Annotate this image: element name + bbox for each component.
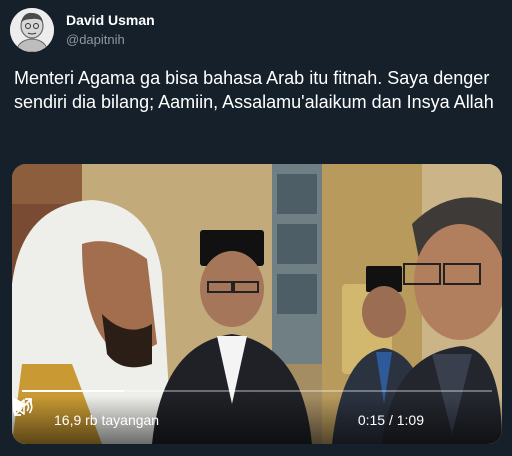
author-handle[interactable]: @dapitnih <box>66 32 125 47</box>
video-controls: 16,9 rb tayangan 0:15 / 1:09 <box>12 396 502 444</box>
tweet-text: Menteri Agama ga bisa bahasa Arab itu fi… <box>14 68 494 112</box>
fullscreen-icon[interactable] <box>12 396 34 418</box>
video-player[interactable]: 16,9 rb tayangan 0:15 / 1:09 <box>12 164 502 444</box>
video-progress-bar[interactable] <box>22 390 492 392</box>
author-name[interactable]: David Usman <box>66 12 155 28</box>
view-count: 16,9 rb tayangan <box>54 412 160 428</box>
video-progress-fill <box>22 390 124 392</box>
user-avatar-icon[interactable] <box>10 8 54 52</box>
video-time: 0:15 / 1:09 <box>357 412 424 428</box>
